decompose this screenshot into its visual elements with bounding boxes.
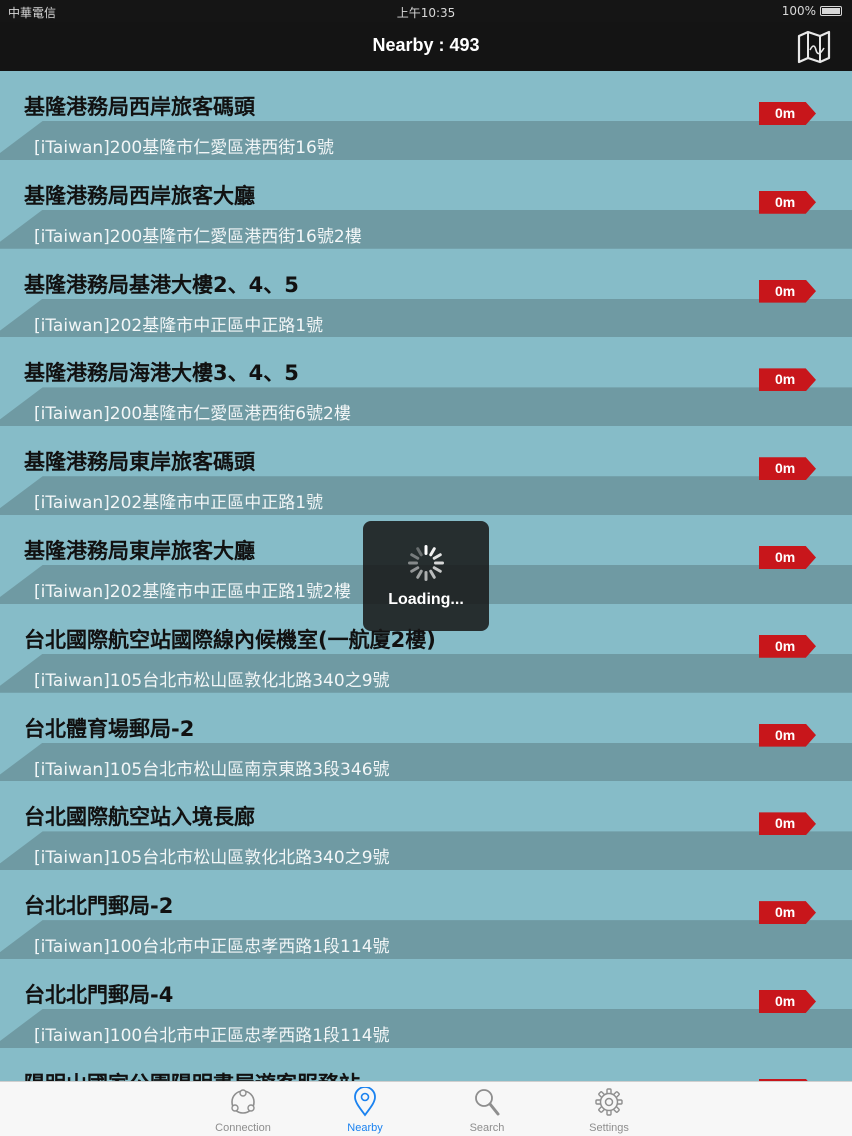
item-address: [iTaiwan]202基隆市中正區中正路1號 bbox=[34, 315, 324, 336]
distance-badge: 0m bbox=[759, 989, 816, 1013]
item-title: 基隆港務局東岸旅客大廳 bbox=[24, 538, 255, 563]
item-address: [iTaiwan]100台北市中正區忠孝西路1段114號 bbox=[34, 937, 390, 958]
list-item[interactable]: 台北北門郵局-4 [iTaiwan]100台北市中正區忠孝西路1段114號 0m bbox=[0, 958, 852, 1048]
distance-badge: 0m bbox=[759, 812, 816, 836]
battery-percent: 100% bbox=[781, 4, 816, 18]
list-item[interactable]: 台北北門郵局-2 [iTaiwan]100台北市中正區忠孝西路1段114號 0m bbox=[0, 870, 852, 960]
tab-label: Nearby bbox=[347, 1122, 383, 1134]
page-title: Nearby : 493 bbox=[372, 35, 480, 55]
item-title: 陽明山國家公園陽明書屋遊客服務站 bbox=[24, 1068, 360, 1081]
item-title: 台北國際航空站入境長廊 bbox=[24, 805, 255, 830]
item-address: [iTaiwan]200基隆市仁愛區港西街16號 bbox=[34, 138, 334, 158]
loading-overlay: Loading... bbox=[363, 521, 489, 631]
distance-badge: 0m bbox=[759, 723, 816, 747]
item-title: 基隆港務局基港大樓2、4、5 bbox=[24, 272, 299, 297]
location-pin-icon bbox=[354, 1087, 376, 1117]
tab-bar: Connection Nearby Search Settings bbox=[0, 1081, 852, 1136]
item-title: 基隆港務局西岸旅客大廳 bbox=[24, 183, 255, 208]
item-address: [iTaiwan]105台北市松山區南京東路3段346號 bbox=[34, 759, 390, 780]
battery-icon bbox=[820, 6, 842, 16]
list-item[interactable]: 陽明山國家公園陽明書屋遊客服務站0m bbox=[0, 1047, 852, 1081]
item-title: 台北體育場郵局-2 bbox=[24, 716, 195, 741]
battery-status: 100% bbox=[782, 4, 842, 18]
tab-label: Connection bbox=[215, 1122, 271, 1134]
tab-connection[interactable]: Connection bbox=[193, 1082, 293, 1136]
item-title: 台北北門郵局-2 bbox=[24, 894, 174, 919]
navigation-bar: Nearby : 493 bbox=[0, 22, 852, 71]
item-title: 基隆港務局西岸旅客碼頭 bbox=[24, 95, 255, 119]
distance-badge: 0m bbox=[759, 279, 816, 303]
distance-badge: 0m bbox=[759, 457, 816, 481]
map-icon bbox=[797, 30, 831, 64]
status-bar: 中華電信 上午10:35 100% bbox=[0, 0, 852, 22]
list-item[interactable]: 基隆港務局東岸旅客碼頭 [iTaiwan]202基隆市中正區中正路1號 0m bbox=[0, 426, 852, 516]
item-address: [iTaiwan]202基隆市中正區中正路1號2樓 bbox=[34, 581, 351, 602]
status-time: 上午10:35 bbox=[396, 6, 456, 20]
distance-badge: 0m bbox=[759, 545, 816, 569]
loading-text: Loading... bbox=[388, 591, 464, 608]
list-item[interactable]: 基隆港務局西岸旅客大廳 [iTaiwan]200基隆市仁愛區港西街16號2樓 0m bbox=[0, 159, 852, 249]
tab-label: Search bbox=[469, 1122, 505, 1134]
tab-search[interactable]: Search bbox=[437, 1082, 537, 1136]
list-item[interactable]: 台北國際航空站入境長廊 [iTaiwan]105台北市松山區敦化北路340之9號 0… bbox=[0, 781, 852, 871]
tab-nearby[interactable]: Nearby bbox=[315, 1082, 415, 1136]
gear-icon bbox=[595, 1088, 623, 1116]
app-screen: 中華電信 上午10:35 100% Nearby : 493 基隆港務局西岸旅客… bbox=[0, 0, 852, 1136]
item-address: [iTaiwan]202基隆市中正區中正路1號 bbox=[34, 493, 324, 514]
connection-icon bbox=[231, 1089, 255, 1114]
list-item[interactable]: 台北體育場郵局-2 [iTaiwan]105台北市松山區南京東路3段346號 0m bbox=[0, 692, 852, 782]
spinner-icon bbox=[408, 545, 444, 581]
item-address: [iTaiwan]100台北市中正區忠孝西路1段114號 bbox=[34, 1025, 390, 1046]
item-title: 台北北門郵局-4 bbox=[24, 982, 174, 1007]
distance-badge: 0m bbox=[759, 901, 816, 925]
map-button[interactable] bbox=[796, 30, 832, 64]
tab-label: Settings bbox=[589, 1122, 629, 1134]
search-icon bbox=[475, 1089, 500, 1116]
list-item[interactable]: 基隆港務局西岸旅客碼頭 [iTaiwan]200基隆市仁愛區港西街16號 0m bbox=[0, 71, 852, 160]
item-address: [iTaiwan]105台北市松山區敦化北路340之9號 bbox=[34, 848, 390, 869]
list-item[interactable]: 基隆港務局海港大樓3、4、5 [iTaiwan]200基隆市仁愛區港西街6號2樓 0… bbox=[0, 337, 852, 427]
list-item[interactable]: 基隆港務局基港大樓2、4、5 [iTaiwan]202基隆市中正區中正路1號 0m bbox=[0, 248, 852, 338]
item-address: [iTaiwan]200基隆市仁愛區港西街6號2樓 bbox=[34, 404, 351, 425]
tab-settings[interactable]: Settings bbox=[559, 1082, 659, 1136]
distance-badge: 0m bbox=[759, 102, 816, 125]
distance-badge: 0m bbox=[759, 368, 816, 392]
distance-badge: 0m bbox=[759, 190, 816, 214]
item-address: [iTaiwan]200基隆市仁愛區港西街16號2樓 bbox=[34, 226, 362, 247]
item-title: 基隆港務局東岸旅客碼頭 bbox=[24, 450, 255, 475]
item-address: [iTaiwan]105台北市松山區敦化北路340之9號 bbox=[34, 670, 390, 691]
item-title: 基隆港務局海港大樓3、4、5 bbox=[24, 361, 299, 386]
distance-badge: 0m bbox=[759, 634, 816, 658]
